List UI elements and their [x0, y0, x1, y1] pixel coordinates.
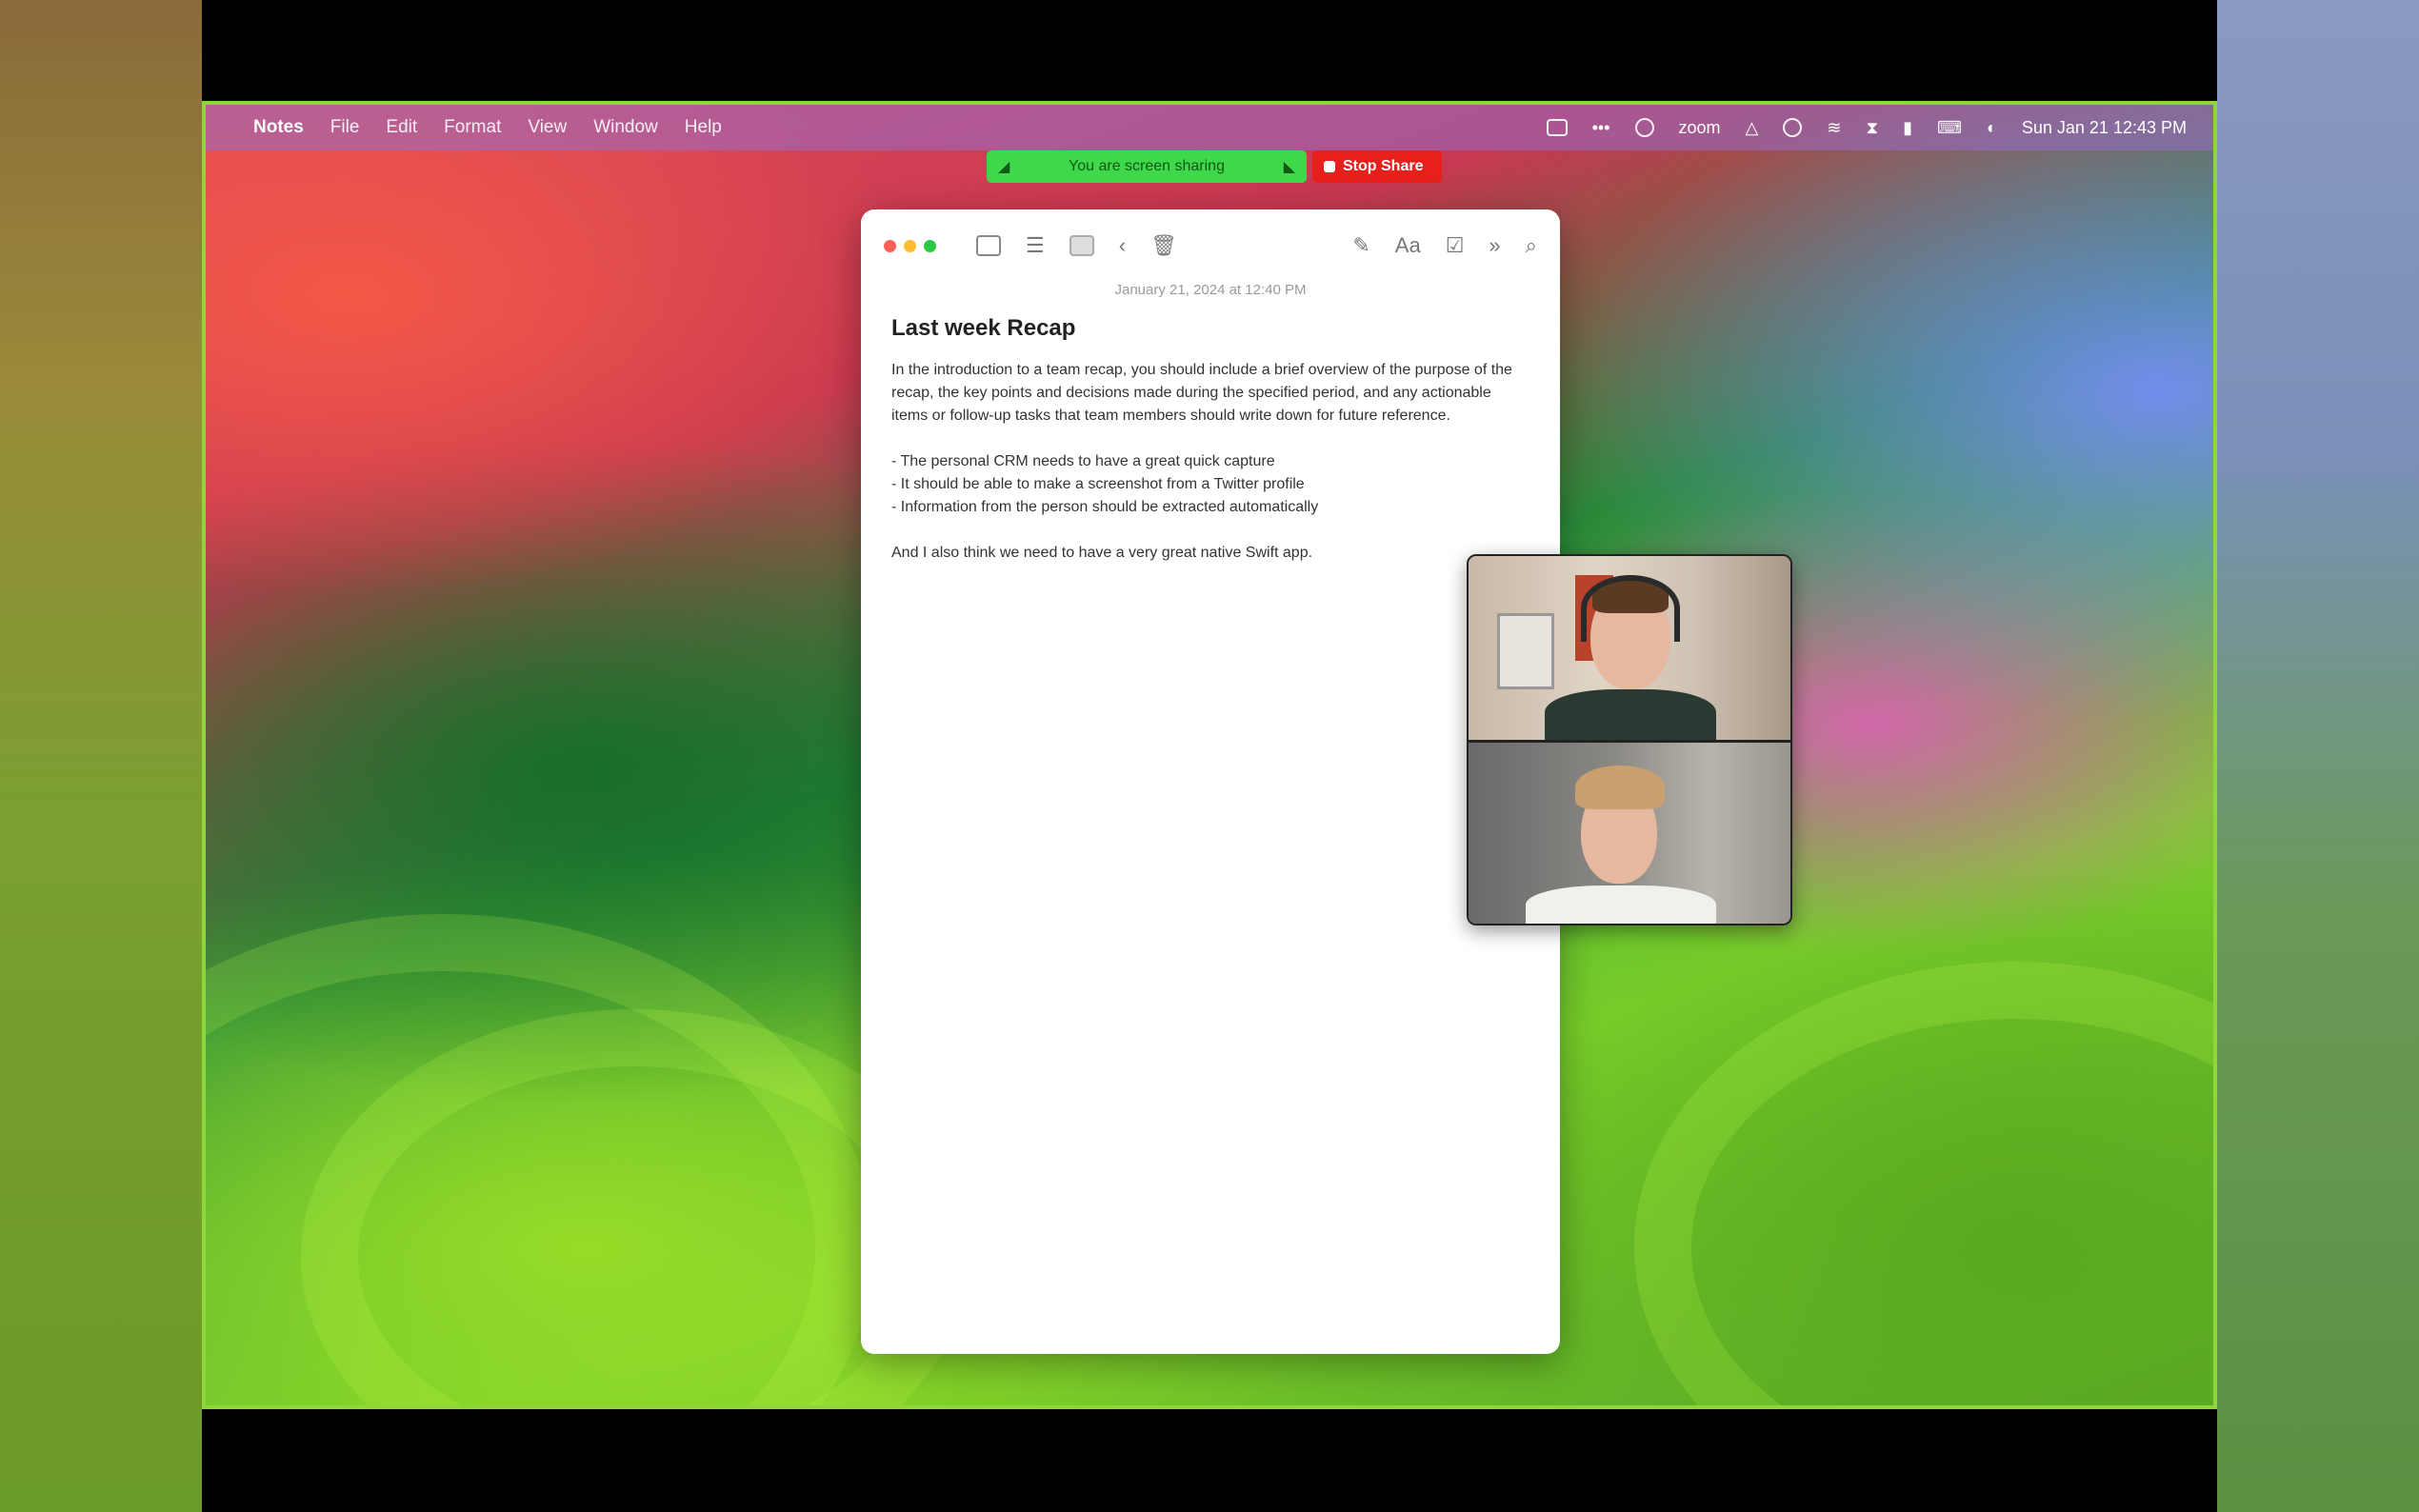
menu-app-notes[interactable]: Notes: [253, 117, 304, 138]
window-controls: [884, 239, 936, 252]
sharing-status-label: You are screen sharing: [1069, 158, 1225, 174]
dots-icon[interactable]: •••: [1592, 118, 1610, 138]
keyboard-icon[interactable]: ⌨: [1937, 118, 1962, 138]
list-view-icon[interactable]: ☰: [1026, 233, 1045, 258]
participant-video-1[interactable]: [1469, 556, 1790, 740]
note-bullet[interactable]: - It should be able to make a screenshot…: [891, 473, 1529, 496]
wall-frame: [1497, 613, 1554, 689]
stop-share-label: Stop Share: [1343, 158, 1424, 174]
desktop: Notes File Edit Format View Window Help …: [202, 101, 2217, 1409]
wifi-icon[interactable]: ≋: [1827, 118, 1841, 138]
minimize-window-button[interactable]: [904, 239, 916, 252]
sharing-menu-icon: ◣: [1283, 159, 1295, 175]
sharing-pin-icon: ◢: [998, 159, 1010, 175]
battery-icon[interactable]: ▮: [1903, 118, 1912, 138]
trash-icon[interactable]: 🗑: [1150, 233, 1177, 258]
menu-file[interactable]: File: [330, 117, 360, 138]
menu-window[interactable]: Window: [593, 117, 658, 138]
note-bullet-list[interactable]: - The personal CRM needs to have a great…: [891, 450, 1529, 519]
participant-body: [1526, 885, 1716, 924]
search-icon[interactable]: ⌕: [1526, 233, 1537, 258]
stop-share-button[interactable]: Stop Share: [1312, 150, 1442, 183]
note-body[interactable]: In the introduction to a team recap, you…: [891, 359, 1529, 565]
compose-icon[interactable]: ✎: [1352, 233, 1369, 258]
zoom-window-button[interactable]: [924, 239, 936, 252]
notes-toolbar: ☰ ‹ 🗑 ✎ Aa ☑ » ⌕: [861, 209, 1560, 282]
screen-share-bar: ◢ You are screen sharing ◣ Stop Share: [987, 150, 1442, 183]
sidebar-icon[interactable]: [976, 235, 1001, 256]
drive-icon[interactable]: △: [1746, 118, 1759, 138]
note-bullet[interactable]: - Information from the person should be …: [891, 496, 1529, 519]
format-icon[interactable]: Aa: [1395, 233, 1421, 258]
participant-body: [1545, 689, 1716, 740]
note-closing[interactable]: And I also think we need to have a very …: [891, 542, 1529, 565]
menu-edit[interactable]: Edit: [386, 117, 417, 138]
headphones-icon[interactable]: [1634, 118, 1654, 137]
screen-share-icon[interactable]: [1546, 119, 1568, 136]
sharing-status[interactable]: ◢ You are screen sharing ◣: [987, 150, 1307, 183]
wallpaper-wave: [1634, 962, 2213, 1405]
headphones: [1581, 575, 1680, 642]
checklist-icon[interactable]: ☑: [1446, 233, 1465, 258]
note-date: January 21, 2024 at 12:40 PM: [1114, 282, 1307, 298]
participant-hair: [1575, 766, 1665, 809]
menu-bar: Notes File Edit Format View Window Help …: [206, 105, 2213, 150]
note-paragraph[interactable]: In the introduction to a team recap, you…: [891, 359, 1529, 428]
note-title[interactable]: Last week Recap: [891, 315, 1560, 342]
letterbox-bottom: [202, 1409, 2217, 1512]
menu-clock[interactable]: Sun Jan 21 12:43 PM: [2022, 118, 2187, 138]
user-icon[interactable]: ◐: [1987, 118, 1997, 138]
zoom-status[interactable]: zoom: [1679, 118, 1721, 138]
record-icon[interactable]: [1783, 118, 1803, 137]
back-icon[interactable]: ‹: [1119, 233, 1126, 258]
video-call-panel[interactable]: [1467, 554, 1792, 925]
more-icon[interactable]: »: [1489, 233, 1500, 258]
hourglass-icon[interactable]: ⧗: [1866, 118, 1878, 138]
stop-icon: [1324, 161, 1335, 172]
notes-window: ☰ ‹ 🗑 ✎ Aa ☑ » ⌕ January 21, 2024 at 12:…: [861, 209, 1560, 1354]
note-bullet[interactable]: - The personal CRM needs to have a great…: [891, 450, 1529, 473]
blurred-side-left: [0, 0, 202, 1512]
close-window-button[interactable]: [884, 239, 896, 252]
menu-help[interactable]: Help: [685, 117, 722, 138]
menu-view[interactable]: View: [528, 117, 567, 138]
participant-video-2[interactable]: [1469, 740, 1790, 924]
blurred-side-right: [2217, 0, 2419, 1512]
menu-format[interactable]: Format: [444, 117, 501, 138]
gallery-view-icon[interactable]: [1069, 235, 1094, 256]
letterbox-top: [202, 0, 2217, 101]
